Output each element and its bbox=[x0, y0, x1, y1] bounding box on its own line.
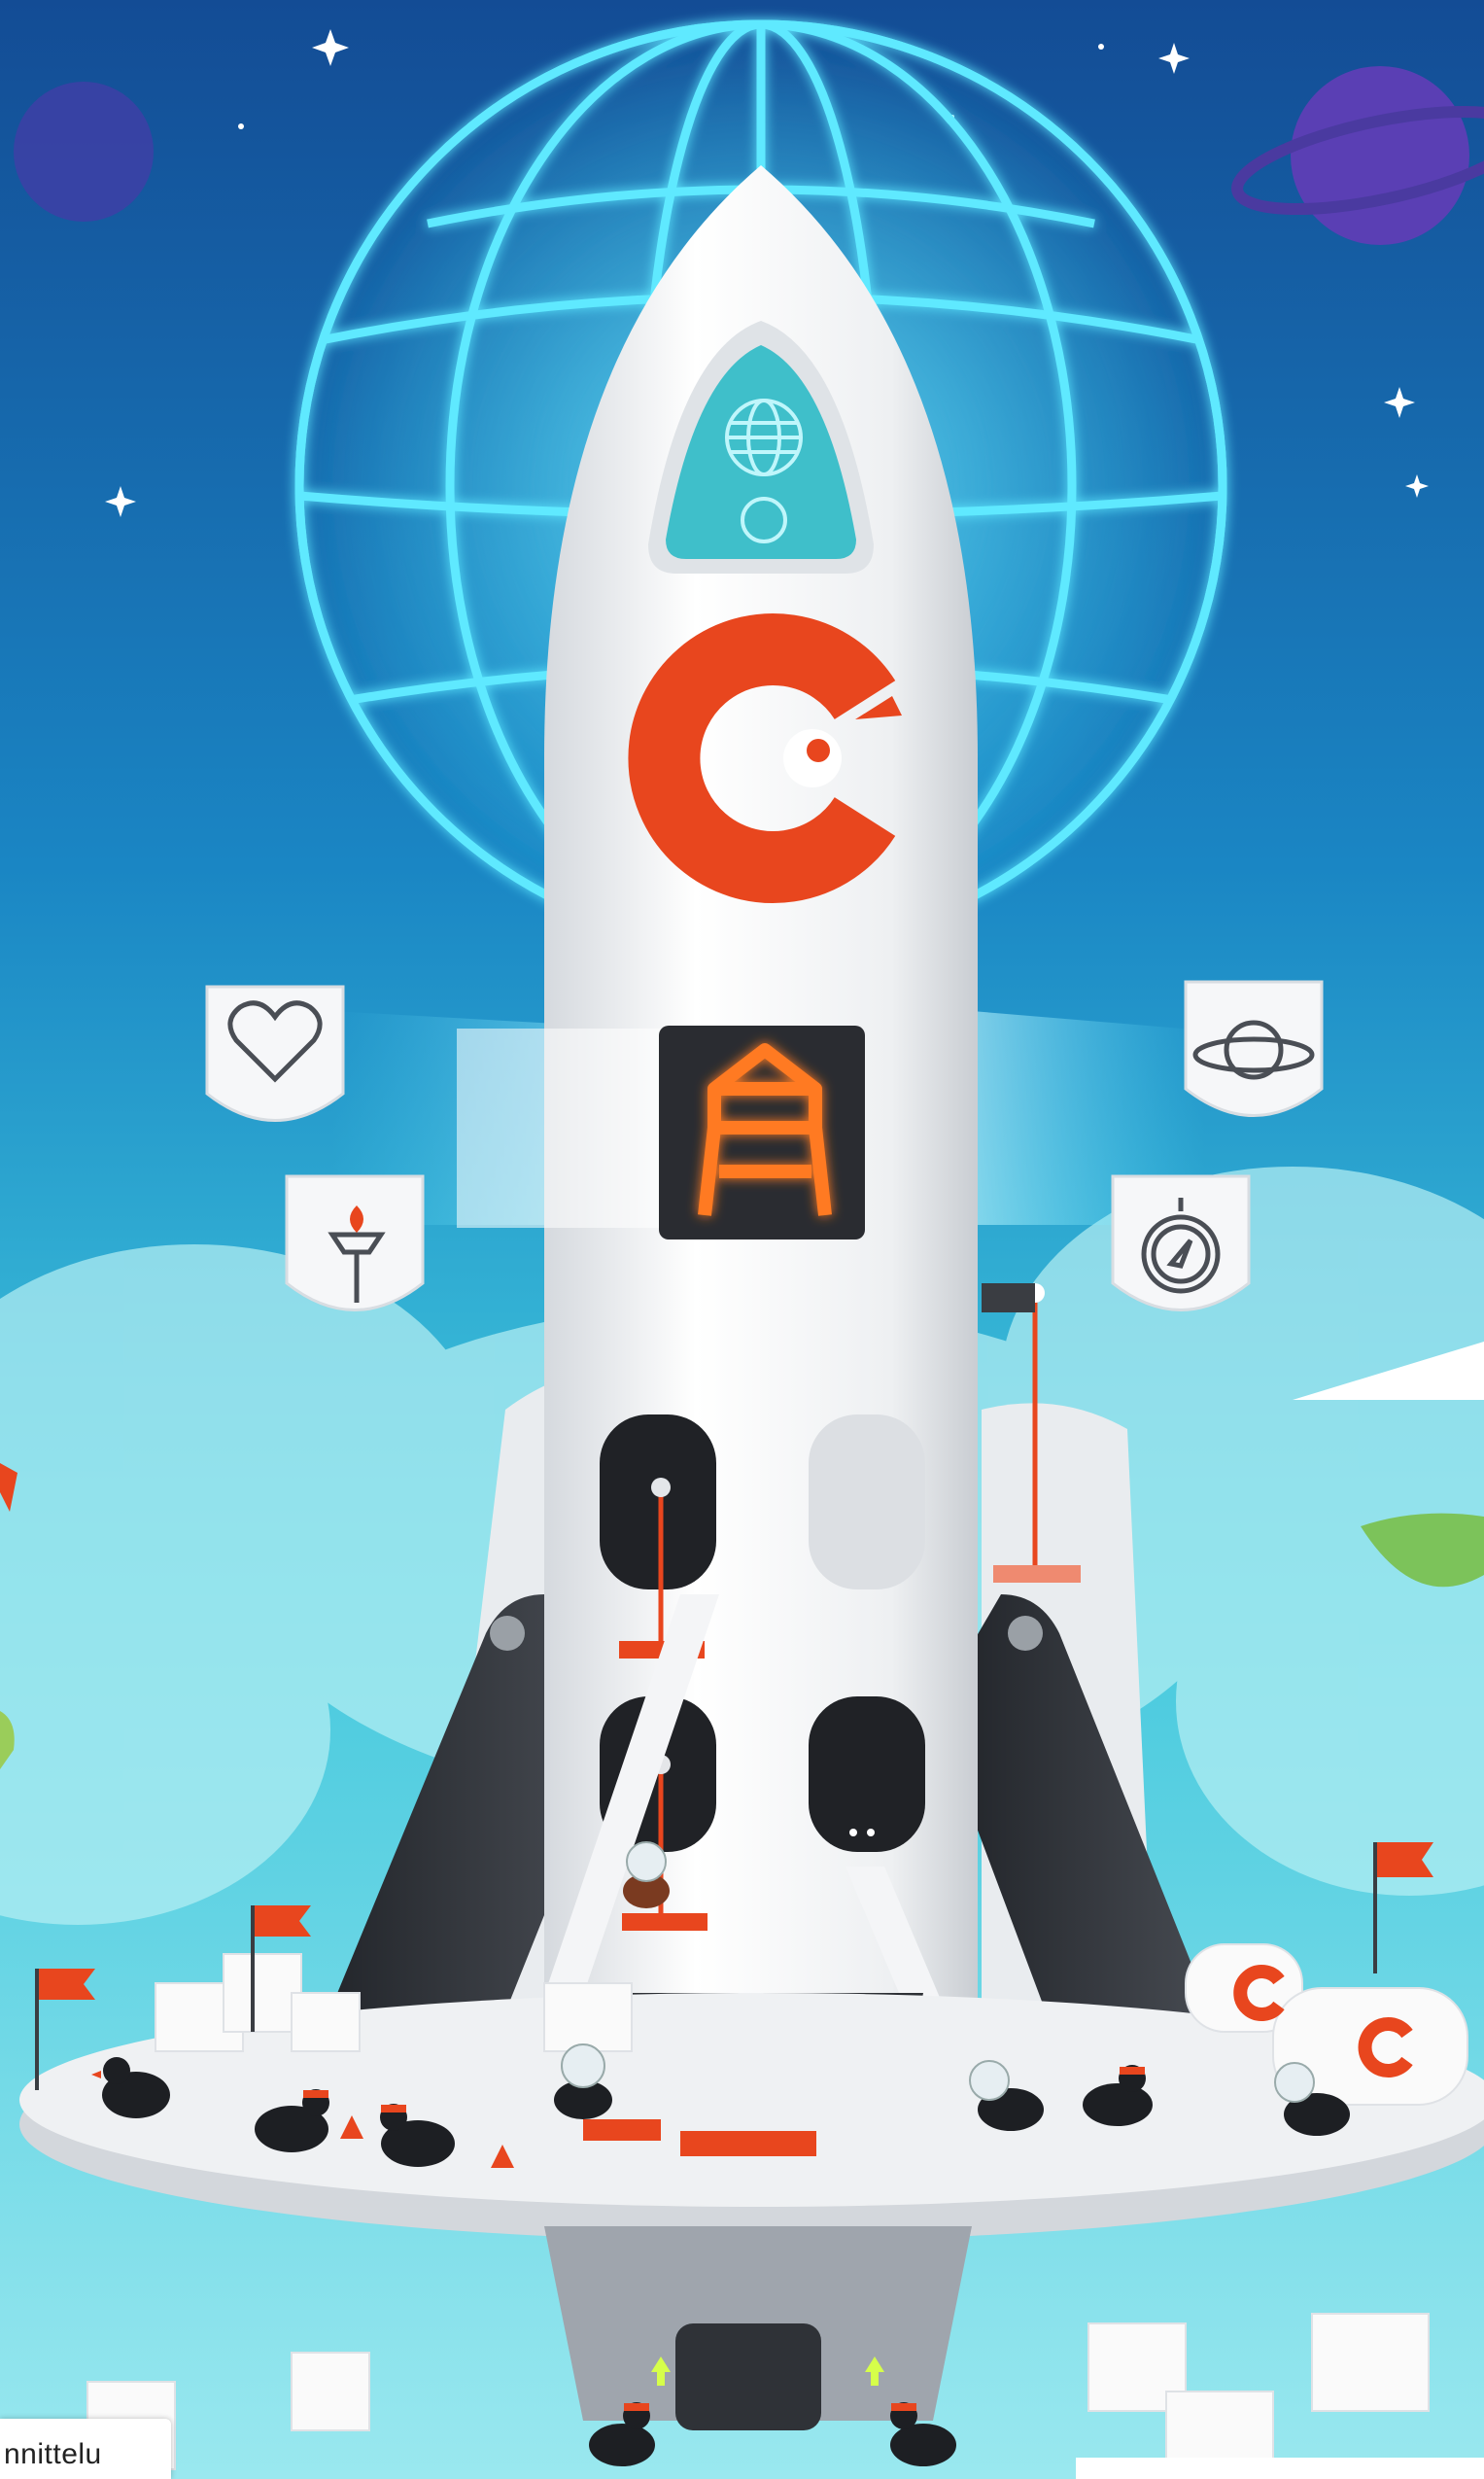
badge-planet bbox=[1184, 980, 1324, 1117]
badge-heart bbox=[205, 985, 345, 1122]
fin-bolt-left bbox=[490, 1616, 525, 1651]
caption-card: nnittelu bbox=[0, 2419, 171, 2479]
planet-left bbox=[14, 82, 154, 222]
ladder-screen bbox=[457, 1026, 865, 1240]
fin-bolt-right bbox=[1008, 1616, 1043, 1651]
illustration: nnittelu bbox=[0, 0, 1484, 2479]
badge-compass bbox=[1111, 1174, 1251, 1311]
caption-text: nnittelu bbox=[4, 2438, 102, 2470]
corner-tab bbox=[1076, 2458, 1484, 2479]
rocket-scene bbox=[0, 0, 1484, 2479]
badge-torch bbox=[285, 1174, 425, 1311]
flag-icon bbox=[982, 1283, 1035, 1312]
